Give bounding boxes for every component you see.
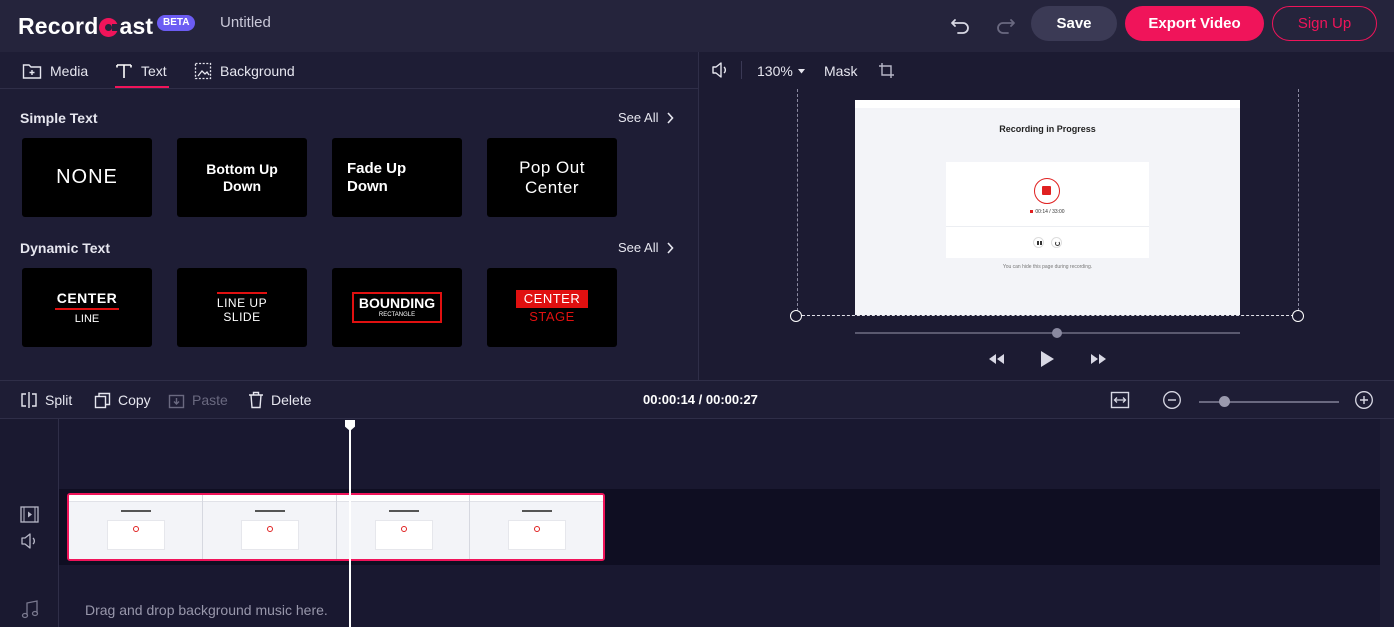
simple-text-see-all[interactable]: See All: [618, 110, 675, 125]
dynamic-text-heading: Dynamic Text: [20, 240, 110, 256]
play-icon[interactable]: [1039, 350, 1055, 368]
tab-background[interactable]: Background: [194, 52, 295, 89]
music-note-icon: [21, 600, 39, 620]
text-style-card-none[interactable]: NONE: [22, 138, 152, 217]
clip-thumbnail: [470, 495, 603, 559]
zoom-select[interactable]: 130%: [757, 63, 805, 79]
split-button[interactable]: Split: [20, 389, 72, 411]
caret-down-icon: [797, 68, 805, 74]
frame-card-divider: [946, 226, 1149, 227]
text-style-card-center-stage[interactable]: CENTER STAGE: [487, 268, 617, 347]
active-tab-indicator: [115, 86, 169, 88]
fast-forward-icon[interactable]: [1090, 352, 1108, 366]
clip-thumbnail: [336, 495, 471, 559]
text-icon: [115, 62, 133, 80]
timecode: 00:00:14 / 00:00:27: [643, 392, 758, 407]
tab-media[interactable]: Media: [22, 52, 88, 89]
timeline-scrollbar[interactable]: [1380, 419, 1394, 627]
bounding-rectangle-frame: BOUNDING RECTANGLE: [351, 292, 443, 323]
export-video-button[interactable]: Export Video: [1125, 6, 1264, 41]
copy-button[interactable]: Copy: [94, 389, 151, 411]
text-style-card-line-up-slide[interactable]: LINE UP SLIDE: [177, 268, 307, 347]
timeline-zoom-knob[interactable]: [1219, 396, 1230, 407]
chevron-right-icon: [666, 241, 675, 254]
frame-recorder-card: 00:14 / 33:00: [946, 162, 1149, 258]
text-style-card-bottom-up-down[interactable]: Bottom Up Down: [177, 138, 307, 217]
undo-icon[interactable]: [948, 11, 974, 37]
frame-timer: 00:14 / 33:00: [946, 209, 1149, 215]
frame-hint: You can hide this page during recording.: [1002, 264, 1093, 270]
pause-icon: [1033, 237, 1044, 248]
app-logo[interactable]: Record ast: [18, 12, 153, 40]
video-clip[interactable]: [67, 493, 605, 561]
frame-recording-title: Recording in Progress: [999, 124, 1096, 134]
resize-handle-bottom-right[interactable]: [1292, 310, 1304, 322]
redo-icon[interactable]: [992, 11, 1018, 37]
paste-icon: [168, 392, 185, 409]
mask-button[interactable]: Mask: [824, 63, 857, 79]
text-style-card-bounding-rectangle[interactable]: BOUNDING RECTANGLE: [332, 268, 462, 347]
sign-up-button[interactable]: Sign Up: [1272, 6, 1377, 41]
clip-thumbnail: [69, 495, 203, 559]
audio-track-icon[interactable]: [20, 533, 40, 549]
toolbar-divider: [741, 61, 742, 79]
fit-timeline-icon[interactable]: [1110, 390, 1130, 410]
volume-icon[interactable]: [711, 61, 731, 79]
crop-icon[interactable]: [878, 62, 895, 79]
zoom-in-icon[interactable]: [1354, 390, 1374, 410]
video-track-icon: [20, 506, 39, 523]
beta-badge: BETA: [157, 15, 196, 31]
preview-scrubber-track[interactable]: [855, 332, 1240, 334]
music-drop-hint: Drag and drop background music here.: [85, 602, 328, 618]
trash-icon: [248, 391, 264, 409]
clip-thumbnail: [202, 495, 337, 559]
delete-button[interactable]: Delete: [248, 389, 311, 411]
preview-toolbar: 130% Mask: [699, 52, 1394, 89]
text-style-card-pop-out-center[interactable]: Pop Out Center: [487, 138, 617, 217]
zoom-out-icon[interactable]: [1162, 390, 1182, 410]
simple-text-heading: Simple Text: [20, 110, 98, 126]
paste-button[interactable]: Paste: [168, 389, 228, 411]
media-add-icon: [22, 62, 42, 80]
track-headers: [0, 419, 59, 627]
frame-header-stripe: [855, 100, 1240, 108]
record-stop-icon: [1034, 178, 1060, 204]
rewind-icon[interactable]: [987, 352, 1005, 366]
document-title[interactable]: Untitled: [220, 14, 271, 31]
tab-text[interactable]: Text: [115, 52, 167, 89]
background-icon: [194, 62, 212, 80]
split-icon: [20, 391, 38, 409]
playhead[interactable]: [349, 428, 351, 627]
text-style-card-fade-up-down[interactable]: Fade Up Down: [332, 138, 462, 217]
copy-icon: [94, 392, 111, 409]
text-style-card-center-line[interactable]: CENTER LINE: [22, 268, 152, 347]
restart-icon: [1051, 237, 1062, 248]
save-button[interactable]: Save: [1031, 6, 1117, 41]
preview-scrubber-knob[interactable]: [1052, 328, 1062, 338]
dynamic-text-see-all[interactable]: See All: [618, 240, 675, 255]
logo-c-mark: [99, 17, 121, 37]
preview-frame[interactable]: Recording in Progress 00:14 / 33:00 You …: [855, 100, 1240, 315]
resize-handle-bottom-left[interactable]: [790, 310, 802, 322]
panel-tabs: Media Text Background: [0, 52, 698, 89]
chevron-right-icon: [666, 111, 675, 124]
